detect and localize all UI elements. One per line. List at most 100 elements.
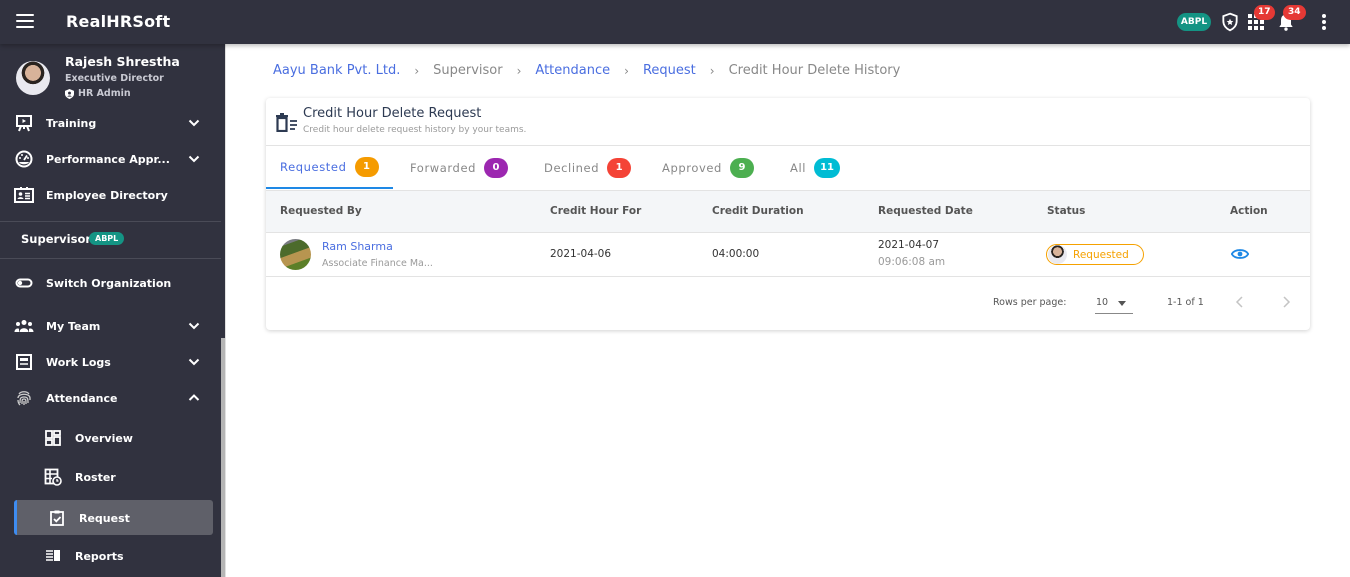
tab-declined[interactable]: Declined 1 xyxy=(530,147,645,189)
more-vert-icon[interactable] xyxy=(1314,12,1334,32)
reports-icon xyxy=(46,550,60,561)
requested-date-cell: 2021-04-07 xyxy=(878,239,940,251)
sidebar-item-performance-appraisal[interactable]: Performance Appr... xyxy=(0,141,221,177)
status-badge: Requested xyxy=(1046,244,1144,265)
tab-count-badge: 9 xyxy=(729,158,754,178)
tab-label: Declined xyxy=(544,161,600,175)
tab-all[interactable]: All 11 xyxy=(776,147,854,189)
sidebar-subitem-reports[interactable]: Reports xyxy=(0,538,221,574)
sidebar-subitem-overview[interactable]: Overview xyxy=(0,420,221,456)
delete-list-icon xyxy=(276,113,297,132)
sidebar-subitem-roster[interactable]: Roster xyxy=(0,459,221,495)
employee-designation: Associate Finance Ma... xyxy=(322,258,433,269)
chevron-left-icon[interactable] xyxy=(1230,292,1250,312)
card-header: Credit Hour Delete Request Credit hour d… xyxy=(266,98,1310,146)
table-row: Ram Sharma Associate Finance Ma... 2021-… xyxy=(266,233,1310,277)
sidebar-subitem-request[interactable]: Request xyxy=(0,500,221,536)
sidebar-item-training[interactable]: Training xyxy=(0,105,221,141)
menu-icon[interactable] xyxy=(16,14,34,28)
chevron-down-icon xyxy=(188,358,200,366)
chevron-down-icon xyxy=(188,155,200,163)
breadcrumb-current-page: Credit Hour Delete History xyxy=(728,63,901,78)
sidebar-item-employee-directory[interactable]: Employee Directory xyxy=(0,177,221,213)
user-avatar xyxy=(16,61,50,95)
user-profile[interactable]: Rajesh Shrestha Executive Director HR Ad… xyxy=(0,44,225,106)
breadcrumb-separator-icon: › xyxy=(624,63,629,78)
sidebar-item-label: Performance Appr... xyxy=(46,152,170,166)
team-icon xyxy=(14,320,34,332)
tab-label: Forwarded xyxy=(410,161,477,175)
tab-requested[interactable]: Requested 1 xyxy=(266,147,393,189)
notifications-badge: 34 xyxy=(1283,5,1306,20)
dashboard-icon xyxy=(45,430,61,446)
tab-label: Requested xyxy=(280,160,347,174)
sidebar-item-attendance[interactable]: Attendance xyxy=(0,380,221,416)
sidebar-item-switch-organization[interactable]: Switch Organization xyxy=(0,265,221,301)
breadcrumb-supervisor: Supervisor xyxy=(433,63,503,78)
top-app-bar: RealHRSoft ABPL 17 34 xyxy=(0,0,1350,44)
credit-hour-delete-card: Credit Hour Delete Request Credit hour d… xyxy=(266,98,1310,330)
user-role-label: HR Admin xyxy=(78,88,131,99)
roster-icon xyxy=(44,468,62,486)
presentation-icon xyxy=(16,115,32,132)
breadcrumb-separator-icon: › xyxy=(414,63,420,78)
tab-label: All xyxy=(790,161,807,175)
eye-icon[interactable] xyxy=(1231,247,1249,261)
clipboard-check-icon xyxy=(50,510,64,526)
column-header-requested-date[interactable]: Requested Date xyxy=(878,205,973,217)
card-subtitle: Credit hour delete request history by yo… xyxy=(303,125,527,135)
sidebar-item-my-team[interactable]: My Team xyxy=(0,308,221,344)
tab-approved[interactable]: Approved 9 xyxy=(648,147,768,189)
main-content: Aayu Bank Pvt. Ltd. › Supervisor › Atten… xyxy=(225,44,1350,577)
speedometer-icon xyxy=(15,150,33,168)
supervisor-org-badge: ABPL xyxy=(89,232,125,245)
employee-avatar xyxy=(280,239,311,270)
table-header: Requested By Credit Hour For Credit Dura… xyxy=(266,190,1310,233)
chevron-down-icon xyxy=(188,119,200,127)
breadcrumb-attendance[interactable]: Attendance xyxy=(535,63,610,78)
chevron-right-icon[interactable] xyxy=(1276,292,1296,312)
column-header-action: Action xyxy=(1230,205,1268,217)
chevron-up-icon xyxy=(188,394,200,401)
breadcrumb-request[interactable]: Request xyxy=(643,63,696,78)
sidebar-item-work-logs[interactable]: Work Logs xyxy=(0,344,221,380)
tab-count-badge: 11 xyxy=(814,158,840,178)
breadcrumb-separator-icon: › xyxy=(709,63,715,78)
sidebar-item-label: Request xyxy=(79,511,130,525)
tab-label: Approved xyxy=(662,161,722,175)
tab-forwarded[interactable]: Forwarded 0 xyxy=(396,147,522,189)
app-title: RealHRSoft xyxy=(66,12,171,31)
requested-time-cell: 09:06:08 am xyxy=(878,256,946,268)
sidebar-item-label: Roster xyxy=(75,470,116,484)
admin-shield-icon xyxy=(65,88,74,99)
sidebar-item-label: Overview xyxy=(75,431,133,445)
sidebar-item-label: Switch Organization xyxy=(46,276,172,290)
approver-avatar xyxy=(1048,245,1067,264)
shield-star-icon[interactable] xyxy=(1220,12,1240,32)
credit-hour-for-cell: 2021-04-06 xyxy=(550,248,612,260)
toggle-icon xyxy=(15,278,33,288)
employee-name-link[interactable]: Ram Sharma xyxy=(322,240,393,253)
id-card-icon xyxy=(14,187,34,203)
sidebar-item-label: Training xyxy=(46,116,97,130)
rows-per-page-select[interactable]: 10 xyxy=(1095,290,1133,314)
sidebar-item-label: Reports xyxy=(75,549,124,563)
tab-count-badge: 1 xyxy=(607,158,632,178)
sidebar-divider xyxy=(0,221,221,222)
sidebar-divider xyxy=(0,258,221,259)
breadcrumb-organization[interactable]: Aayu Bank Pvt. Ltd. xyxy=(273,63,400,78)
status-label: Requested xyxy=(1073,248,1129,261)
chevron-down-icon xyxy=(188,322,200,330)
column-header-status: Status xyxy=(1047,205,1086,217)
column-header-credit-hour-for[interactable]: Credit Hour For xyxy=(550,205,641,217)
sidebar-item-label: Employee Directory xyxy=(46,188,168,202)
sidebar-item-label: Attendance xyxy=(46,391,118,405)
column-header-credit-duration[interactable]: Credit Duration xyxy=(712,205,804,217)
pagination-range: 1-1 of 1 xyxy=(1167,297,1204,308)
org-badge[interactable]: ABPL xyxy=(1177,13,1211,31)
column-header-requested-by[interactable]: Requested By xyxy=(280,205,362,217)
rows-per-page-label: Rows per page: xyxy=(993,297,1067,308)
tab-count-badge: 1 xyxy=(354,157,379,177)
status-tabs: Requested 1 Forwarded 0 Declined 1 Appro… xyxy=(266,147,1310,189)
user-designation: Executive Director xyxy=(65,73,164,84)
